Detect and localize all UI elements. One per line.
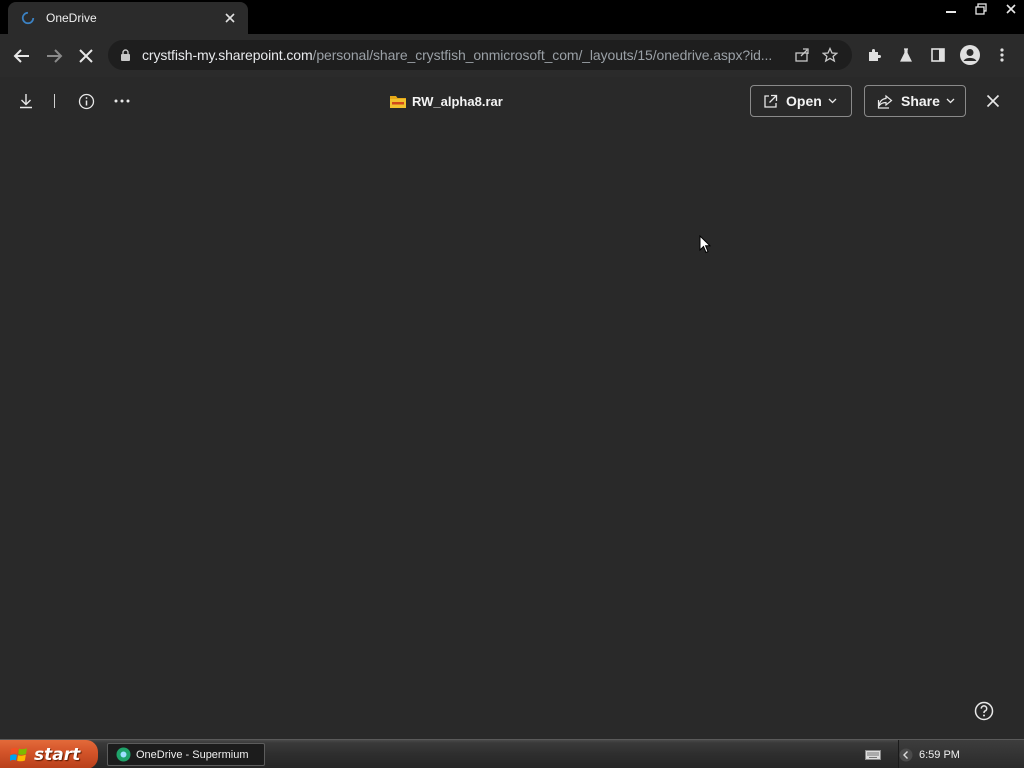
tab-close-icon[interactable] bbox=[222, 10, 238, 26]
file-viewer: RW_alpha8.rar Open Share bbox=[0, 77, 1024, 739]
share-page-icon[interactable] bbox=[788, 41, 816, 69]
windows-logo-icon bbox=[10, 747, 27, 762]
url-path: /personal/share_crystfish_onmicrosoft_co… bbox=[312, 47, 773, 63]
open-button-label: Open bbox=[786, 93, 822, 109]
taskbar-item-label: OneDrive - Supermium bbox=[136, 748, 249, 761]
window-controls bbox=[934, 0, 1024, 20]
keyboard-icon[interactable] bbox=[865, 749, 881, 760]
sidepanel-icon[interactable] bbox=[922, 41, 954, 69]
start-button[interactable]: start bbox=[0, 740, 98, 768]
file-title: RW_alpha8.rar bbox=[390, 91, 503, 111]
bookmark-star-icon[interactable] bbox=[816, 41, 844, 69]
start-label: start bbox=[34, 744, 81, 765]
open-button[interactable]: Open bbox=[750, 85, 852, 117]
chevron-down-icon bbox=[828, 98, 837, 104]
forward-icon[interactable] bbox=[38, 40, 70, 72]
taskbar-item-supermium[interactable]: OneDrive - Supermium bbox=[107, 743, 265, 766]
download-icon[interactable] bbox=[14, 89, 38, 113]
windows-taskbar: start OneDrive - Supermium 6:59 PM bbox=[0, 739, 1024, 768]
share-button[interactable]: Share bbox=[864, 85, 966, 117]
clock: 6:59 PM bbox=[919, 748, 960, 761]
url-text[interactable]: crystfish-my.sharepoint.com/personal/sha… bbox=[142, 47, 788, 63]
tab-onedrive[interactable]: OneDrive bbox=[8, 2, 248, 34]
kebab-menu-icon[interactable] bbox=[986, 41, 1018, 69]
help-icon[interactable] bbox=[970, 697, 998, 725]
more-options-icon[interactable] bbox=[110, 89, 134, 113]
share-button-label: Share bbox=[901, 93, 940, 109]
tab-title: OneDrive bbox=[46, 11, 97, 25]
mouse-cursor-icon bbox=[699, 235, 711, 254]
url-host: crystfish-my.sharepoint.com bbox=[142, 47, 313, 63]
archive-file-icon bbox=[390, 96, 406, 108]
onedrive-icon bbox=[20, 10, 36, 26]
close-viewer-icon[interactable] bbox=[981, 89, 1005, 113]
stop-loading-icon[interactable] bbox=[70, 40, 102, 72]
open-external-icon bbox=[764, 94, 778, 108]
back-icon[interactable] bbox=[6, 40, 38, 72]
file-name: RW_alpha8.rar bbox=[412, 93, 503, 109]
flask-icon[interactable] bbox=[890, 41, 922, 69]
info-icon[interactable] bbox=[74, 89, 98, 113]
share-icon bbox=[877, 94, 893, 109]
close-window-icon[interactable] bbox=[998, 0, 1024, 18]
toolbar-divider bbox=[54, 94, 55, 108]
puzzle-icon[interactable] bbox=[858, 41, 890, 69]
minimize-icon[interactable] bbox=[938, 0, 964, 18]
browser-tab-strip: OneDrive bbox=[0, 0, 1024, 34]
tray-expand-icon[interactable] bbox=[899, 748, 913, 762]
system-tray: 6:59 PM bbox=[865, 740, 1024, 768]
supermium-browser-icon bbox=[116, 747, 131, 762]
restore-icon[interactable] bbox=[968, 0, 994, 18]
lock-icon[interactable] bbox=[120, 48, 134, 62]
extensions-area bbox=[858, 40, 1018, 70]
profile-avatar-icon[interactable] bbox=[954, 41, 986, 69]
chevron-down-icon bbox=[946, 98, 955, 104]
browser-toolbar: crystfish-my.sharepoint.com/personal/sha… bbox=[0, 34, 1024, 77]
address-bar[interactable]: crystfish-my.sharepoint.com/personal/sha… bbox=[108, 40, 852, 70]
viewer-command-bar: RW_alpha8.rar Open Share bbox=[0, 77, 1024, 125]
